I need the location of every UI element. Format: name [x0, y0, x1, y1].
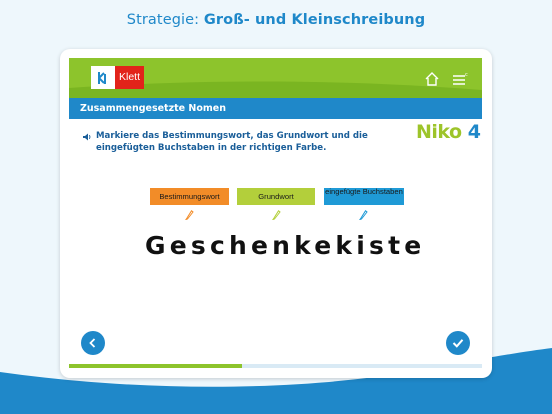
klett-logo-mark — [91, 66, 115, 89]
progress-bar — [69, 364, 482, 368]
speaker-icon[interactable] — [82, 132, 92, 142]
klett-logo[interactable]: Klett — [91, 66, 145, 89]
back-button[interactable] — [81, 331, 105, 355]
pencil-icon — [272, 210, 281, 220]
chevron-left-icon — [89, 338, 96, 348]
brand-number: 4 — [467, 121, 481, 143]
page-headline: Strategie: Groß- und Kleinschreibung — [0, 12, 552, 28]
svg-text:c: c — [465, 72, 468, 78]
pencil-icon — [185, 210, 194, 220]
progress-fill — [69, 364, 243, 368]
app-header: Klett c — [69, 58, 482, 98]
headline-prefix: Strategie: — [126, 12, 204, 28]
tablet-frame: Klett c Zusammengesetzte Nomen Markiere … — [60, 49, 492, 378]
marker-bestimmungswort-button[interactable]: Bestimmungswort — [150, 188, 229, 205]
marker-grundwort-button[interactable]: Grundwort — [237, 188, 315, 205]
checkmark-icon — [452, 339, 464, 348]
klett-logo-text: Klett — [115, 66, 145, 89]
marker-buchstaben-label: eingefügte Buchstaben — [325, 187, 403, 196]
niko-brand: Niko 4 — [416, 121, 481, 143]
headline-bold: Groß- und Kleinschreibung — [203, 12, 426, 28]
instruction-text: Markiere das Bestimmungswort, das Grundw… — [96, 131, 368, 153]
brand-name: Niko — [416, 121, 462, 143]
check-button[interactable] — [446, 331, 470, 355]
pencil-icon — [359, 210, 368, 220]
marker-buchstaben-button[interactable]: eingefügte Buchstaben — [324, 187, 404, 205]
menu-icon[interactable]: c — [452, 71, 468, 87]
home-icon[interactable] — [424, 71, 440, 87]
page-title: Zusammengesetzte Nomen — [69, 98, 482, 119]
exercise-word[interactable]: Geschenkekiste — [145, 231, 425, 260]
